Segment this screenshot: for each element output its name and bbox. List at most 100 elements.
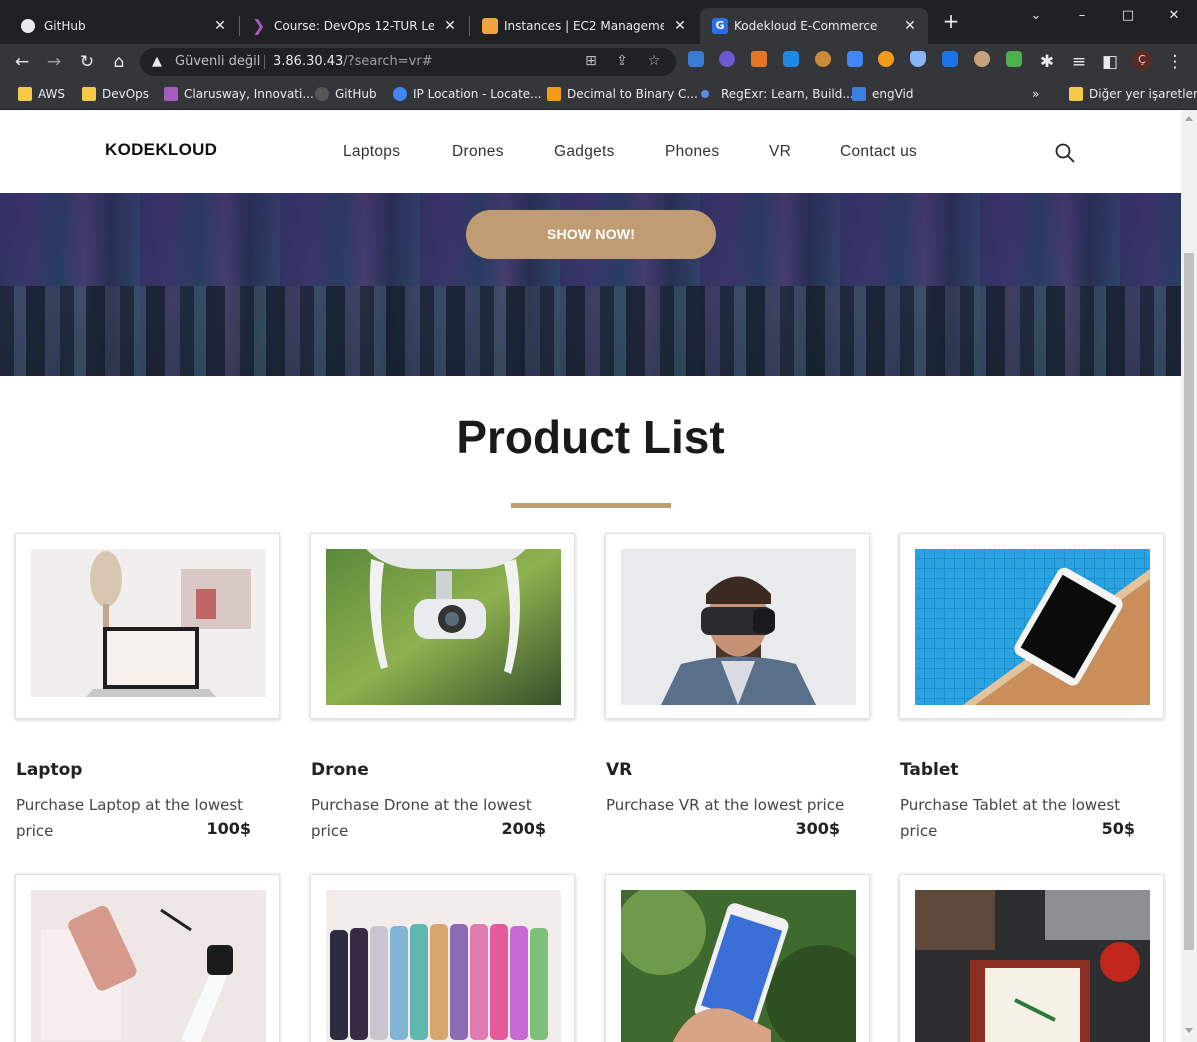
close-icon[interactable]: ✕ [672,8,688,44]
bookmark-decimal-to-binary[interactable]: Decimal to Binary C... [545,80,698,108]
minimize-button[interactable]: – [1062,4,1102,28]
product-card[interactable] [605,874,870,1042]
extension-green-icon[interactable] [1006,51,1022,67]
page-scrollbar[interactable] [1181,110,1197,1042]
scroll-up-arrow[interactable] [1185,116,1193,121]
bookmark-ip-location[interactable]: IP Location - Locate... [391,80,542,108]
nav-vr[interactable]: VR [769,143,791,161]
product-name: Drone [311,760,369,780]
close-icon[interactable]: ✕ [902,8,918,44]
google-icon [393,87,407,101]
shield-extension-icon[interactable] [910,51,926,67]
product-card[interactable] [310,874,575,1042]
profile-avatar[interactable]: Ç [1132,50,1152,70]
cookie-icon[interactable] [815,51,831,67]
extension-k-icon[interactable] [783,51,799,67]
metamask-icon[interactable] [751,51,767,67]
tablet-photo[interactable] [915,549,1150,705]
maximize-button[interactable]: □ [1108,4,1148,28]
new-tab-button[interactable]: + [940,10,962,32]
tab-github[interactable]: GitHub ✕ [0,8,238,44]
warning-icon[interactable]: ▲ [152,54,162,69]
vr-headset-photo[interactable] [621,549,856,705]
product-card-drone[interactable] [310,533,575,719]
tab-ec2[interactable]: Instances | EC2 Management C ✕ [470,8,698,44]
product-name: Laptop [16,760,83,780]
close-window-button[interactable]: ✕ [1154,4,1194,28]
g-icon: G [712,18,728,34]
bookmark-aws[interactable]: AWS [16,80,65,108]
phone-and-watch-photo[interactable] [31,890,266,1042]
security-label[interactable]: Güvenli değil [175,48,260,76]
extension-cube-icon[interactable] [688,51,704,67]
extension-face-icon[interactable] [974,51,990,67]
laptop-photo[interactable] [31,549,266,705]
tab-title: Course: DevOps 12-TUR Learnin [274,19,434,33]
reload-icon[interactable]: ↻ [76,51,98,73]
bookmark-label: Decimal to Binary C... [567,87,698,101]
share-icon[interactable]: ⇪ [613,53,631,69]
product-price: 300$ [795,819,840,838]
hero-crowd-image [0,286,1181,376]
nav-laptops[interactable]: Laptops [343,143,400,161]
bookmark-label: RegExr: Learn, Build... [721,87,854,101]
forward-icon[interactable]: → [43,51,65,73]
product-name: VR [606,760,633,780]
nav-phones[interactable]: Phones [665,143,719,161]
product-card-laptop[interactable] [15,533,280,719]
reading-list-icon[interactable]: ≡ [1068,51,1090,73]
bookmark-label: DevOps [102,87,150,101]
menu-dots-icon[interactable]: ⋮ [1164,51,1186,73]
tab-kodekloud[interactable]: G Kodekloud E-Commerce ✕ [700,8,928,44]
github-icon [315,87,329,101]
nav-gadgets[interactable]: Gadgets [554,143,615,161]
product-card-vr[interactable] [605,533,870,719]
url-text[interactable]: 3.86.30.43/?search=vr# [273,48,433,76]
product-card[interactable] [15,874,280,1042]
bookmarks-overflow-button[interactable]: » [1022,80,1039,108]
search-icon[interactable] [1054,142,1076,164]
nav-contact-us[interactable]: Contact us [840,143,917,161]
extensions-puzzle-icon[interactable]: ✱ [1036,51,1058,73]
tab-search-button[interactable]: ⌄ [1016,4,1056,28]
product-card[interactable] [899,874,1164,1042]
show-now-button[interactable]: SHOW NOW! [466,210,716,259]
product-card-tablet[interactable] [899,533,1164,719]
tab-title: Kodekloud E-Commerce [734,19,878,33]
tab-title: Instances | EC2 Management C [504,19,664,33]
extension-p-icon[interactable] [878,51,894,67]
desk-flatlay-photo[interactable] [915,890,1150,1042]
smartphone-in-hand-photo[interactable] [621,890,856,1042]
scroll-thumb[interactable] [1184,253,1194,950]
bookmark-label: AWS [38,87,66,101]
bookmark-regexr[interactable]: RegExr: Learn, Build... [699,80,854,108]
close-icon[interactable]: ✕ [212,8,228,44]
bookmark-clarusway[interactable]: Clarusway, Innovati... [162,80,314,108]
nav-drones[interactable]: Drones [452,143,504,161]
scroll-down-arrow[interactable] [1185,1028,1193,1033]
bookmark-engvid[interactable]: engVid [850,80,914,108]
bookmark-devops[interactable]: DevOps [80,80,149,108]
course-icon: ❯ [252,16,266,35]
side-panel-icon[interactable]: ◧ [1099,51,1121,73]
tab-course[interactable]: ❯ Course: DevOps 12-TUR Learnin ✕ [240,8,468,44]
address-bar[interactable]: ▲ Güvenli değil 3.86.30.43/?search=vr# ⊞… [140,48,676,76]
site-logo[interactable]: KODEKLOUD [105,140,217,160]
google-translate-icon[interactable] [847,51,863,67]
phone-cases-photo[interactable] [326,890,561,1042]
translate-icon[interactable]: ⊞ [582,53,600,69]
title-underline [511,503,671,508]
home-icon[interactable]: ⌂ [108,51,130,73]
extension-ghost-icon[interactable] [719,51,735,67]
bookmark-label: Clarusway, Innovati... [184,87,314,101]
regexr-icon [701,90,709,98]
back-icon[interactable]: ← [11,51,33,73]
other-bookmarks[interactable]: Diğer yer işaretleri [1067,80,1197,108]
drone-photo[interactable] [326,549,561,705]
extension-blue-icon[interactable] [942,51,958,67]
bookmark-github[interactable]: GitHub [313,80,377,108]
bookmark-star-icon[interactable]: ☆ [645,53,663,69]
close-icon[interactable]: ✕ [442,8,458,44]
folder-icon [18,87,32,101]
bookmark-label: GitHub [335,87,377,101]
